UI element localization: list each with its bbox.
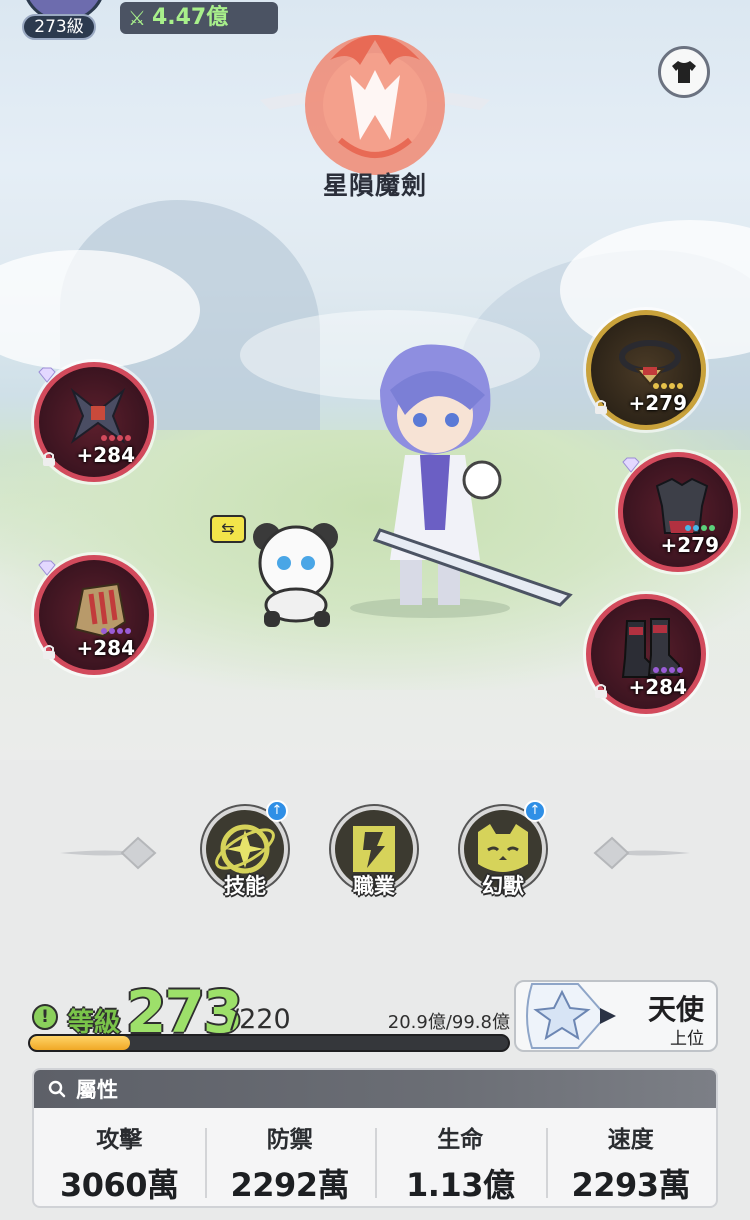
attributes-title: 屬性 bbox=[76, 1078, 118, 1102]
attr-speed: 速度 2293萬 bbox=[545, 1114, 717, 1206]
action-buttons: ↑ 技能 職業 ↑ 幻獸 bbox=[0, 800, 750, 910]
class-emblem-icon bbox=[260, 35, 490, 175]
hero-character[interactable] bbox=[320, 330, 580, 620]
rank-card[interactable]: 天使 上位 bbox=[514, 980, 718, 1052]
combat-power-value: 4.47億 bbox=[151, 5, 229, 30]
enhance-level: +284 bbox=[76, 636, 135, 660]
gem-icon bbox=[622, 457, 640, 473]
job-label: 職業 bbox=[353, 874, 395, 898]
gem-sockets bbox=[101, 435, 131, 441]
enhance-level: +284 bbox=[628, 675, 687, 699]
upgrade-available-icon: ↑ bbox=[266, 800, 288, 822]
equip-slot-necklace[interactable]: +279 bbox=[586, 310, 706, 430]
beast-label: 幻獸 bbox=[482, 874, 524, 898]
gem-icon bbox=[38, 367, 56, 383]
enhance-level: +279 bbox=[660, 533, 719, 557]
lock-icon bbox=[595, 400, 607, 414]
equip-slot-gauntlet[interactable]: +284 bbox=[34, 555, 154, 675]
attr-name: 防禦 bbox=[266, 1127, 313, 1153]
exclamation-icon[interactable]: ! bbox=[32, 1004, 58, 1030]
level-cap: /220 bbox=[230, 1004, 291, 1035]
rank-subtitle: 上位 bbox=[670, 1029, 704, 1049]
level-row: ! 等級 273 /220 20.9億/99.8億 bbox=[30, 978, 510, 1046]
lock-icon bbox=[43, 452, 55, 466]
equip-slot-weapon[interactable]: +284 bbox=[34, 362, 154, 482]
attributes-list: 攻擊 3060萬 防禦 2292萬 生命 1.13億 速度 2293萬 bbox=[34, 1114, 717, 1206]
gem-sockets bbox=[685, 525, 715, 531]
attr-hp: 生命 1.13億 bbox=[375, 1114, 546, 1206]
attributes-header[interactable]: 屬性 bbox=[34, 1070, 716, 1108]
skills-label: 技能 bbox=[224, 874, 266, 898]
gem-icon bbox=[38, 560, 56, 576]
player-level-badge: 273級 bbox=[22, 14, 96, 40]
upgrade-available-icon: ↑ bbox=[524, 800, 546, 822]
pet-panda[interactable] bbox=[242, 515, 352, 630]
skills-button[interactable]: ↑ 技能 bbox=[202, 800, 290, 900]
equip-slot-armor[interactable]: +279 bbox=[618, 452, 738, 572]
attr-defense: 防禦 2292萬 bbox=[204, 1114, 376, 1206]
shirt-icon bbox=[672, 61, 696, 83]
enhance-level: +284 bbox=[76, 443, 135, 467]
equip-slot-boots[interactable]: +284 bbox=[586, 594, 706, 714]
star-crystal-icon bbox=[526, 983, 616, 1049]
attr-value: 2292萬 bbox=[230, 1166, 350, 1204]
exp-text: 20.9億/99.8億 bbox=[387, 1012, 510, 1033]
costume-button[interactable] bbox=[658, 46, 710, 98]
attributes-panel: 屬性 攻擊 3060萬 防禦 2292萬 生命 1.13億 速度 2293萬 bbox=[32, 1068, 718, 1208]
class-name: 星隕魔劍 bbox=[322, 171, 427, 200]
attr-name: 速度 bbox=[607, 1127, 654, 1153]
lock-icon bbox=[43, 645, 55, 659]
attr-name: 生命 bbox=[437, 1127, 484, 1153]
attr-name: 攻擊 bbox=[96, 1127, 143, 1153]
gem-sockets bbox=[653, 383, 683, 389]
enhance-level: +279 bbox=[628, 391, 687, 415]
attr-value: 3060萬 bbox=[59, 1166, 179, 1204]
crossed-swords-icon: ⚔ bbox=[128, 6, 146, 30]
swap-pet-icon[interactable]: ⇆ bbox=[210, 515, 246, 543]
job-button[interactable]: 職業 bbox=[331, 800, 419, 900]
attr-value: 1.13億 bbox=[406, 1166, 515, 1204]
lock-icon bbox=[595, 684, 607, 698]
search-icon bbox=[48, 1080, 66, 1098]
exp-progress-fill bbox=[30, 1036, 131, 1050]
attr-value: 2293萬 bbox=[571, 1166, 691, 1204]
gem-sockets bbox=[101, 628, 131, 634]
rank-title: 天使 bbox=[647, 993, 704, 1026]
attr-attack: 攻擊 3060萬 bbox=[34, 1114, 205, 1206]
gem-sockets bbox=[653, 667, 683, 673]
exp-progress-bar bbox=[28, 1034, 510, 1052]
beast-button[interactable]: ↑ 幻獸 bbox=[460, 800, 548, 900]
